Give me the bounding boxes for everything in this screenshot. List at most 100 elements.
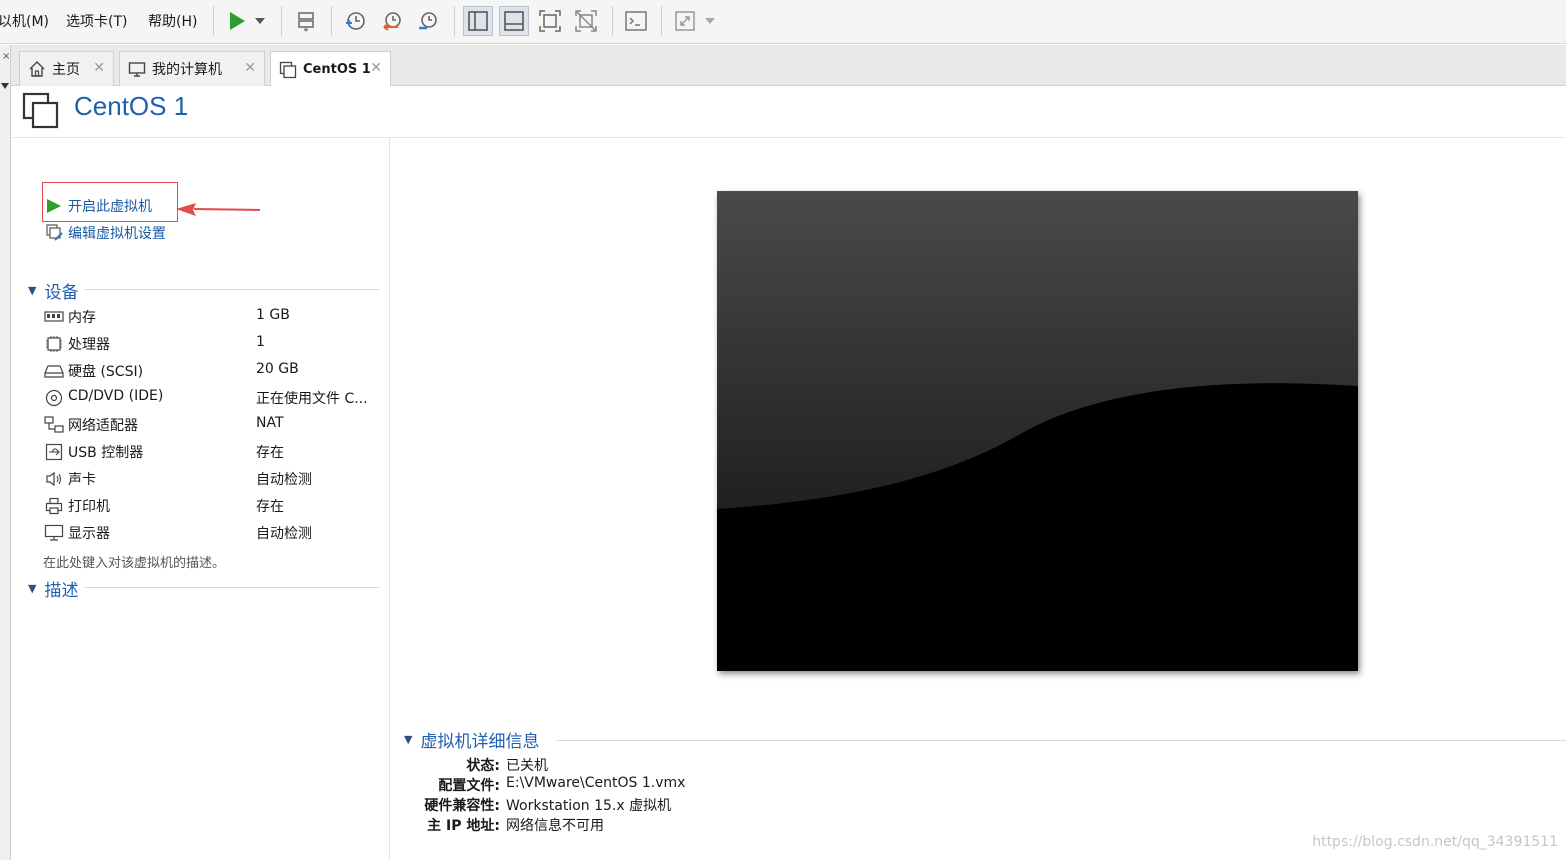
device-name: 打印机 (68, 499, 110, 515)
device-value: 存在 (256, 499, 284, 515)
collapse-triangle-icon: ▼ (28, 284, 37, 297)
toolbar-separator (454, 6, 455, 36)
devices-heading: 设备 (44, 283, 79, 303)
tab-home[interactable]: 主页 ✕ (19, 51, 114, 86)
strip-dropdown-icon[interactable] (1, 77, 9, 93)
revert-snapshot-icon[interactable] (377, 6, 407, 36)
close-icon[interactable]: ✕ (370, 60, 382, 76)
device-name: 声卡 (68, 472, 96, 488)
menu-help[interactable]: 帮助(H) (148, 11, 197, 31)
menu-tabs[interactable]: 选项卡(T) (66, 11, 127, 31)
snapshot-manager-icon[interactable] (413, 6, 443, 36)
vm-content: CentOS 1 开启此虚拟机 编辑虚拟机设置 ▼ 设备 内存 1 GB 处理器… (12, 86, 1566, 860)
stretch-icon[interactable] (670, 6, 700, 36)
power-on-label: 开启此虚拟机 (68, 199, 152, 215)
home-icon (28, 60, 46, 78)
tab-my-computer[interactable]: 我的计算机 ✕ (119, 51, 265, 86)
sound-icon (44, 470, 64, 488)
send-keys-icon[interactable] (291, 6, 321, 36)
device-value: 1 (256, 334, 265, 350)
close-icon[interactable]: ✕ (244, 60, 256, 76)
network-adapter-icon (44, 416, 64, 434)
library-collapsed-strip[interactable]: × (0, 45, 11, 860)
usb-icon (44, 443, 64, 461)
devices-section-toggle[interactable]: ▼ 设备 (28, 278, 78, 303)
detail-value: 已关机 (506, 758, 548, 774)
thumbnail-bar-icon[interactable] (499, 6, 529, 36)
device-name: 显示器 (68, 526, 110, 542)
cd-dvd-icon (44, 389, 64, 407)
detail-value: Workstation 15.x 虚拟机 (506, 798, 672, 814)
menu-toolbar: 以机(M) 选项卡(T) 帮助(H) (0, 0, 1566, 44)
detail-value: E:\VMware\CentOS 1.vmx (506, 775, 686, 791)
vm-icon (22, 92, 60, 134)
detail-label: 硬件兼容性: (424, 798, 500, 814)
edit-settings-label: 编辑虚拟机设置 (68, 226, 166, 242)
strip-close-icon[interactable]: × (2, 51, 10, 62)
detail-label: 状态: (466, 758, 500, 774)
menu-vm[interactable]: 以机(M) (0, 11, 49, 31)
detail-value: 网络信息不可用 (506, 818, 604, 834)
device-name: 硬盘 (SCSI) (68, 364, 144, 380)
device-row-processor[interactable]: 处理器 1 (44, 333, 384, 355)
vm-summary-panel: 开启此虚拟机 编辑虚拟机设置 ▼ 设备 内存 1 GB 处理器 1 硬盘 (SC… (12, 138, 390, 860)
power-on-button[interactable]: 开启此虚拟机 (46, 196, 152, 216)
section-divider (84, 587, 380, 588)
edit-settings-button[interactable]: 编辑虚拟机设置 (46, 223, 166, 243)
annotation-arrow-icon (176, 203, 261, 221)
detail-label: 主 IP 地址: (427, 818, 500, 834)
console-icon[interactable] (621, 6, 651, 36)
section-divider (84, 289, 380, 290)
unity-icon[interactable] (571, 6, 601, 36)
tab-label: 主页 (52, 62, 80, 78)
dropdown-icon[interactable] (250, 6, 270, 36)
play-icon[interactable] (222, 6, 252, 36)
library-view-icon[interactable] (463, 6, 493, 36)
vm-header: CentOS 1 (12, 86, 1566, 138)
device-value: 存在 (256, 445, 284, 461)
device-value: 正在使用文件 C... (256, 391, 368, 407)
section-divider (556, 740, 1566, 741)
description-section-toggle[interactable]: ▼ 描述 (28, 576, 78, 601)
tab-centos-1[interactable]: CentOS 1 ✕ (270, 51, 391, 87)
device-row-usb[interactable]: USB 控制器 存在 (44, 441, 384, 463)
memory-icon (44, 308, 64, 326)
display-icon (44, 524, 64, 542)
device-row-memory[interactable]: 内存 1 GB (44, 306, 384, 328)
snapshot-icon[interactable] (340, 6, 370, 36)
device-name: 处理器 (68, 337, 110, 353)
preview-graphic (717, 191, 1358, 671)
toolbar-separator (612, 6, 613, 36)
computer-icon (128, 60, 146, 78)
device-name: CD/DVD (IDE) (68, 388, 164, 404)
tab-label: CentOS 1 (303, 62, 371, 77)
details-section-toggle[interactable]: ▼ 虚拟机详细信息 (404, 727, 539, 752)
vm-icon (279, 61, 297, 79)
full-screen-icon[interactable] (535, 6, 565, 36)
toolbar-separator (213, 6, 214, 36)
vm-screen-preview[interactable] (717, 191, 1358, 671)
device-name: USB 控制器 (68, 445, 144, 461)
device-row-cd-dvd[interactable]: CD/DVD (IDE) 正在使用文件 C... (44, 387, 384, 409)
device-row-display[interactable]: 显示器 自动检测 (44, 522, 384, 544)
device-value: 自动检测 (256, 526, 312, 542)
device-value: 自动检测 (256, 472, 312, 488)
description-placeholder[interactable]: 在此处键入对该虚拟机的描述。 (43, 552, 225, 571)
device-row-hard-disk[interactable]: 硬盘 (SCSI) 20 GB (44, 360, 384, 382)
device-name: 网络适配器 (68, 418, 138, 434)
toolbar-separator (331, 6, 332, 36)
detail-label: 配置文件: (438, 778, 500, 794)
device-row-sound[interactable]: 声卡 自动检测 (44, 468, 384, 490)
close-icon[interactable]: ✕ (93, 60, 105, 76)
device-value: 20 GB (256, 361, 299, 377)
description-heading: 描述 (44, 581, 79, 601)
device-row-printer[interactable]: 打印机 存在 (44, 495, 384, 517)
stretch-dropdown-icon[interactable] (700, 6, 720, 36)
edit-settings-icon (46, 224, 66, 242)
tab-label: 我的计算机 (152, 62, 222, 78)
play-icon (46, 197, 66, 215)
collapse-triangle-icon: ▼ (404, 733, 413, 746)
toolbar-separator (661, 6, 662, 36)
printer-icon (44, 497, 64, 515)
device-row-network-adapter[interactable]: 网络适配器 NAT (44, 414, 384, 436)
